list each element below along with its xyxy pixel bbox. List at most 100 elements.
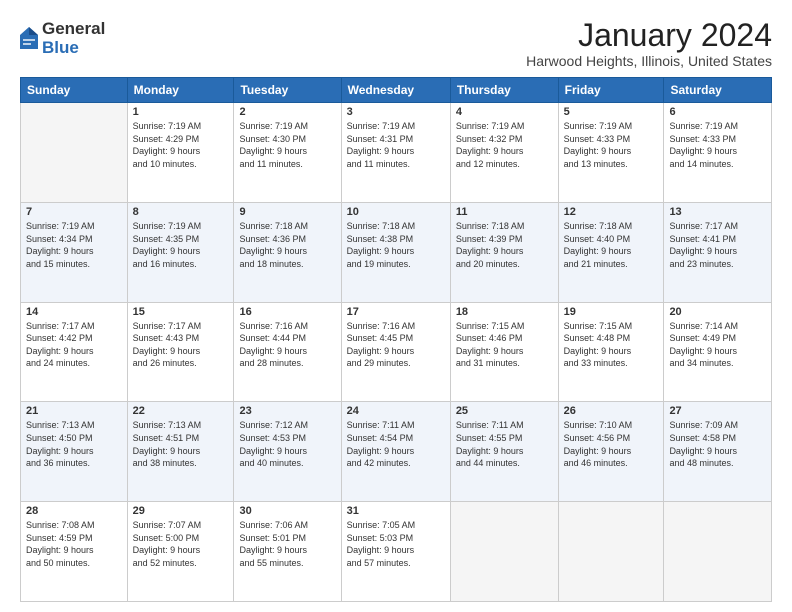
- calendar-cell: 26Sunrise: 7:10 AMSunset: 4:56 PMDayligh…: [558, 402, 664, 502]
- day-number: 22: [133, 405, 229, 417]
- calendar-cell: 21 Sunrise: 7:13 AMSunset: 4:50 PMDayligh…: [21, 402, 128, 502]
- page-subtitle: Harwood Heights, Illinois, United States: [526, 53, 772, 69]
- calendar-header-wednesday: Wednesday: [341, 78, 450, 103]
- day-info: Sunrise: 7:13 AMSunset: 4:50 PMDaylight:…: [26, 419, 122, 469]
- day-info: Sunrise: 7:18 AMSunset: 4:39 PMDaylight:…: [456, 220, 553, 270]
- calendar-cell: 2 Sunrise: 7:19 AMSunset: 4:30 PMDaylight…: [234, 103, 341, 203]
- logo-blue-text: Blue: [42, 39, 105, 58]
- calendar-cell: 30 Sunrise: 7:06 AMSunset: 5:01 PMDayligh…: [234, 502, 341, 602]
- day-number: 19: [564, 306, 659, 318]
- day-number: 2: [239, 106, 335, 118]
- calendar-cell: 6Sunrise: 7:19 AMSunset: 4:33 PMDaylight…: [664, 103, 772, 203]
- page-title: January 2024: [526, 18, 772, 53]
- header: General Blue January 2024 Harwood Height…: [20, 18, 772, 69]
- day-number: 21: [26, 405, 122, 417]
- day-number: 27: [669, 405, 766, 417]
- calendar-header-row: SundayMondayTuesdayWednesdayThursdayFrid…: [21, 78, 772, 103]
- calendar-week-row: 28 Sunrise: 7:08 AMSunset: 4:59 PMDayligh…: [21, 502, 772, 602]
- calendar-cell: 1 Sunrise: 7:19 AMSunset: 4:29 PMDaylight…: [127, 103, 234, 203]
- day-info: Sunrise: 7:18 AMSunset: 4:36 PMDaylight:…: [239, 220, 335, 270]
- calendar-cell: 23Sunrise: 7:12 AMSunset: 4:53 PMDayligh…: [234, 402, 341, 502]
- logo-icon: [20, 27, 38, 49]
- calendar-cell: 20 Sunrise: 7:14 AMSunset: 4:49 PMDayligh…: [664, 302, 772, 402]
- day-info: Sunrise: 7:15 AMSunset: 4:48 PMDaylight:…: [564, 320, 659, 370]
- calendar-cell: 7Sunrise: 7:19 AMSunset: 4:34 PMDaylight…: [21, 202, 128, 302]
- day-info: Sunrise: 7:10 AMSunset: 4:56 PMDaylight:…: [564, 419, 659, 469]
- day-number: 17: [347, 306, 445, 318]
- calendar-week-row: 14Sunrise: 7:17 AMSunset: 4:42 PMDayligh…: [21, 302, 772, 402]
- day-number: 30: [239, 505, 335, 517]
- title-block: January 2024 Harwood Heights, Illinois, …: [526, 18, 772, 69]
- day-info: Sunrise: 7:19 AMSunset: 4:32 PMDaylight:…: [456, 120, 553, 170]
- calendar-header-tuesday: Tuesday: [234, 78, 341, 103]
- calendar-table: SundayMondayTuesdayWednesdayThursdayFrid…: [20, 77, 772, 602]
- day-number: 10: [347, 206, 445, 218]
- calendar-cell: 14Sunrise: 7:17 AMSunset: 4:42 PMDayligh…: [21, 302, 128, 402]
- day-number: 8: [133, 206, 229, 218]
- day-number: 6: [669, 106, 766, 118]
- day-number: 4: [456, 106, 553, 118]
- calendar-cell: 27Sunrise: 7:09 AMSunset: 4:58 PMDayligh…: [664, 402, 772, 502]
- day-number: 3: [347, 106, 445, 118]
- calendar-header-sunday: Sunday: [21, 78, 128, 103]
- calendar-cell: 24Sunrise: 7:11 AMSunset: 4:54 PMDayligh…: [341, 402, 450, 502]
- calendar-cell: 12 Sunrise: 7:18 AMSunset: 4:40 PMDayligh…: [558, 202, 664, 302]
- calendar-cell: 11 Sunrise: 7:18 AMSunset: 4:39 PMDayligh…: [450, 202, 558, 302]
- day-number: 13: [669, 206, 766, 218]
- day-number: 15: [133, 306, 229, 318]
- calendar-cell: 10 Sunrise: 7:18 AMSunset: 4:38 PMDayligh…: [341, 202, 450, 302]
- calendar-header-friday: Friday: [558, 78, 664, 103]
- day-info: Sunrise: 7:07 AMSunset: 5:00 PMDaylight:…: [133, 519, 229, 569]
- day-info: Sunrise: 7:15 AMSunset: 4:46 PMDaylight:…: [456, 320, 553, 370]
- calendar-cell: 22Sunrise: 7:13 AMSunset: 4:51 PMDayligh…: [127, 402, 234, 502]
- calendar-cell: 15 Sunrise: 7:17 AMSunset: 4:43 PMDayligh…: [127, 302, 234, 402]
- day-info: Sunrise: 7:19 AMSunset: 4:35 PMDaylight:…: [133, 220, 229, 270]
- day-info: Sunrise: 7:17 AMSunset: 4:43 PMDaylight:…: [133, 320, 229, 370]
- calendar-cell: [21, 103, 128, 203]
- calendar-cell: 19 Sunrise: 7:15 AMSunset: 4:48 PMDayligh…: [558, 302, 664, 402]
- calendar-cell: 5Sunrise: 7:19 AMSunset: 4:33 PMDaylight…: [558, 103, 664, 203]
- day-info: Sunrise: 7:19 AMSunset: 4:34 PMDaylight:…: [26, 220, 122, 270]
- day-number: 31: [347, 505, 445, 517]
- logo-text: General Blue: [42, 20, 105, 57]
- day-number: 18: [456, 306, 553, 318]
- calendar-week-row: 1 Sunrise: 7:19 AMSunset: 4:29 PMDaylight…: [21, 103, 772, 203]
- day-info: Sunrise: 7:16 AMSunset: 4:44 PMDaylight:…: [239, 320, 335, 370]
- calendar-cell: 9Sunrise: 7:18 AMSunset: 4:36 PMDaylight…: [234, 202, 341, 302]
- calendar-cell: 28 Sunrise: 7:08 AMSunset: 4:59 PMDayligh…: [21, 502, 128, 602]
- calendar-cell: 16Sunrise: 7:16 AMSunset: 4:44 PMDayligh…: [234, 302, 341, 402]
- calendar-header-saturday: Saturday: [664, 78, 772, 103]
- day-info: Sunrise: 7:06 AMSunset: 5:01 PMDaylight:…: [239, 519, 335, 569]
- day-info: Sunrise: 7:18 AMSunset: 4:38 PMDaylight:…: [347, 220, 445, 270]
- logo: General Blue: [20, 20, 105, 57]
- calendar-cell: [450, 502, 558, 602]
- day-number: 12: [564, 206, 659, 218]
- page: General Blue January 2024 Harwood Height…: [0, 0, 792, 612]
- day-info: Sunrise: 7:08 AMSunset: 4:59 PMDaylight:…: [26, 519, 122, 569]
- day-info: Sunrise: 7:19 AMSunset: 4:30 PMDaylight:…: [239, 120, 335, 170]
- logo-general-text: General: [42, 20, 105, 39]
- day-info: Sunrise: 7:14 AMSunset: 4:49 PMDaylight:…: [669, 320, 766, 370]
- day-number: 1: [133, 106, 229, 118]
- calendar-cell: 13 Sunrise: 7:17 AMSunset: 4:41 PMDayligh…: [664, 202, 772, 302]
- day-info: Sunrise: 7:19 AMSunset: 4:31 PMDaylight:…: [347, 120, 445, 170]
- calendar-cell: 31 Sunrise: 7:05 AMSunset: 5:03 PMDayligh…: [341, 502, 450, 602]
- day-info: Sunrise: 7:17 AMSunset: 4:41 PMDaylight:…: [669, 220, 766, 270]
- calendar-cell: [558, 502, 664, 602]
- calendar-header-thursday: Thursday: [450, 78, 558, 103]
- day-info: Sunrise: 7:05 AMSunset: 5:03 PMDaylight:…: [347, 519, 445, 569]
- day-number: 28: [26, 505, 122, 517]
- calendar-cell: 18 Sunrise: 7:15 AMSunset: 4:46 PMDayligh…: [450, 302, 558, 402]
- day-number: 29: [133, 505, 229, 517]
- day-number: 14: [26, 306, 122, 318]
- day-number: 20: [669, 306, 766, 318]
- calendar-week-row: 21 Sunrise: 7:13 AMSunset: 4:50 PMDayligh…: [21, 402, 772, 502]
- day-info: Sunrise: 7:19 AMSunset: 4:29 PMDaylight:…: [133, 120, 229, 170]
- calendar-cell: 25Sunrise: 7:11 AMSunset: 4:55 PMDayligh…: [450, 402, 558, 502]
- day-number: 23: [239, 405, 335, 417]
- calendar-week-row: 7Sunrise: 7:19 AMSunset: 4:34 PMDaylight…: [21, 202, 772, 302]
- calendar-cell: 29 Sunrise: 7:07 AMSunset: 5:00 PMDayligh…: [127, 502, 234, 602]
- day-number: 11: [456, 206, 553, 218]
- calendar-header-monday: Monday: [127, 78, 234, 103]
- day-info: Sunrise: 7:18 AMSunset: 4:40 PMDaylight:…: [564, 220, 659, 270]
